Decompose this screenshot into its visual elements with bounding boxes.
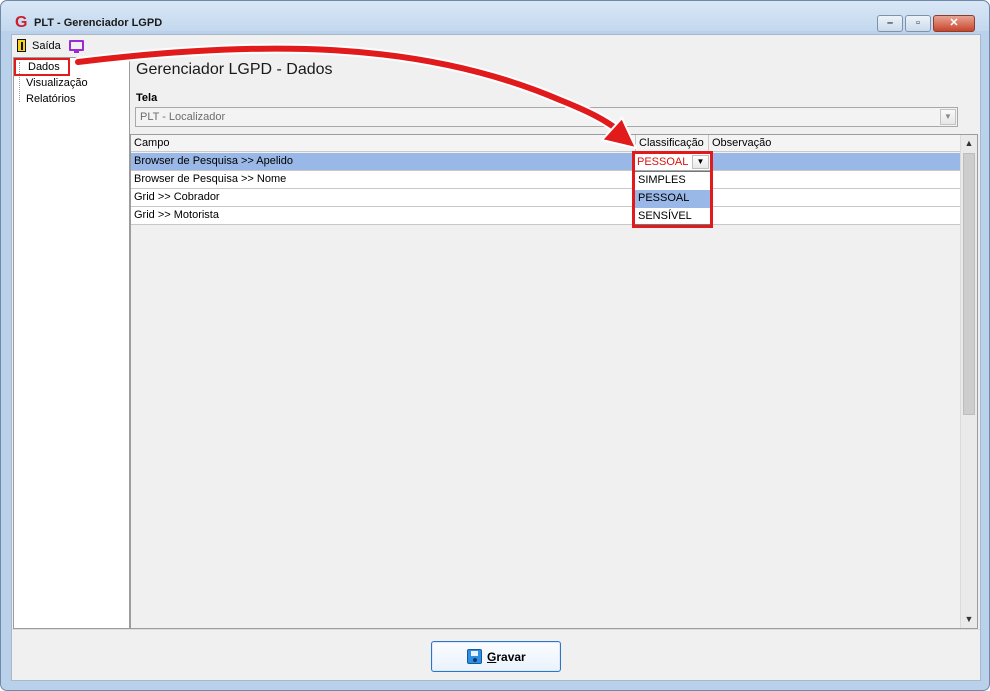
table-row[interactable]: Browser de Pesquisa >> Apelido [131,153,960,171]
tree-item-dados[interactable]: Dados [14,58,70,76]
tree-item-relatorios[interactable]: Relatórios [26,93,76,105]
grid-header: Campo Classificação Observação [131,135,960,152]
chevron-down-icon[interactable]: ▼ [940,109,956,125]
cell-campo: Browser de Pesquisa >> Nome [134,173,287,185]
page-title: Gerenciador LGPD - Dados [136,61,333,78]
scroll-down-icon[interactable]: ▼ [961,611,977,628]
column-header-classificacao[interactable]: Classificação [636,135,709,152]
save-button[interactable]: Gravar [431,641,561,672]
minimize-button[interactable]: – [877,15,903,32]
data-grid: Campo Classificação Observação Browser d… [130,134,978,629]
cell-campo: Grid >> Motorista [134,209,219,221]
maximize-button[interactable]: ▫ [905,15,931,32]
window-controls: – ▫ ✕ [877,15,975,32]
app-logo-icon: G [15,14,28,31]
annotation-highlight-box [632,151,713,228]
table-row[interactable]: Grid >> Cobrador [131,189,960,207]
cell-campo: Grid >> Cobrador [134,191,220,203]
app-window: G PLT - Gerenciador LGPD – ▫ ✕ Saída Dad… [0,0,990,691]
monitor-icon[interactable] [69,40,84,53]
nav-tree: Dados Visualização Relatórios [13,57,130,629]
tree-item-visualizacao[interactable]: Visualização [26,77,88,89]
client-area: Saída Dados Visualização Relatórios Gere… [11,34,981,681]
tela-select[interactable]: PLT - Localizador ▼ [135,107,958,127]
tela-select-value: PLT - Localizador [140,111,226,123]
close-icon: ✕ [949,17,959,29]
save-button-label: Gravar [487,650,526,664]
main-panel: Gerenciador LGPD - Dados Tela PLT - Loca… [130,57,980,629]
close-button[interactable]: ✕ [933,15,975,32]
column-header-observacao[interactable]: Observação [709,135,960,152]
vertical-scrollbar[interactable]: ▲ ▼ [960,135,977,628]
tela-label: Tela [136,92,158,104]
scrollbar-thumb[interactable] [963,153,975,415]
scroll-up-icon[interactable]: ▲ [961,135,977,152]
column-header-campo[interactable]: Campo [131,135,636,152]
window-title: PLT - Gerenciador LGPD [34,17,163,29]
menu-bar: Saída [12,35,980,55]
floppy-disk-icon [467,649,482,664]
table-row[interactable]: Grid >> Motorista [131,207,960,225]
footer-bar: Gravar [12,629,980,680]
menu-exit[interactable]: Saída [32,40,61,52]
cell-campo: Browser de Pesquisa >> Apelido [134,155,293,167]
maximize-icon: ▫ [916,17,920,29]
title-bar: G PLT - Gerenciador LGPD – ▫ ✕ [1,1,989,32]
exit-door-icon[interactable] [17,39,26,52]
table-row[interactable]: Browser de Pesquisa >> Nome [131,171,960,189]
minimize-icon: – [886,17,894,29]
